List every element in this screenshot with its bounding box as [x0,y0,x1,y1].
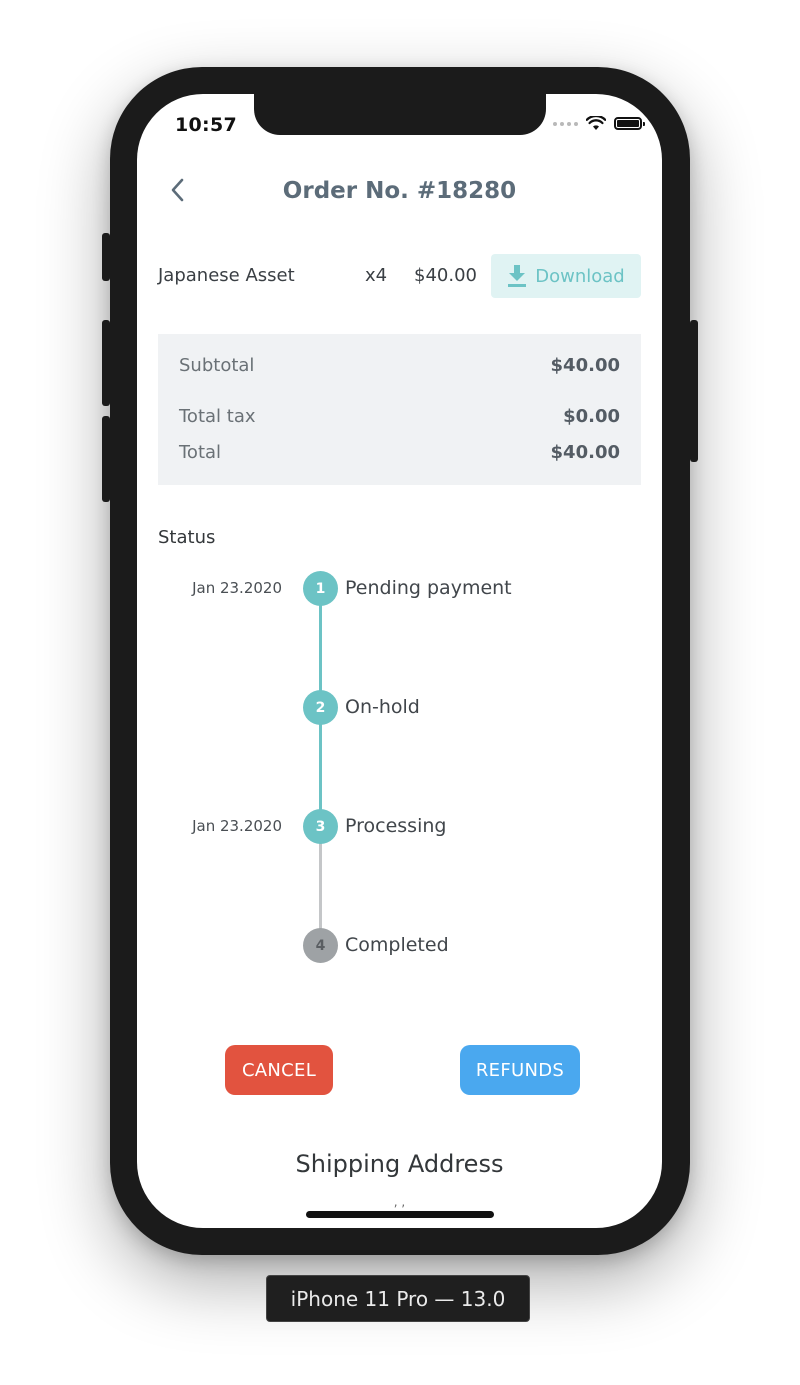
subtotal-row: Subtotal $40.00 [179,355,620,376]
item-name: Japanese Asset [158,265,295,286]
shipping-title: Shipping Address [295,1150,504,1178]
order-item-row: Japanese Asset x4 $40.00 Download [158,254,641,298]
signal-icon [553,121,578,126]
timeline-connector [319,604,322,719]
subtotal-value: $40.00 [550,355,620,376]
step-marker: 2 [303,690,338,725]
step-label: On-hold [345,696,420,718]
device-label: iPhone 11 Pro — 13.0 [266,1275,530,1322]
step-marker: 1 [303,571,338,606]
subtotal-label: Subtotal [179,355,255,376]
home-indicator[interactable] [306,1211,494,1218]
step-label: Completed [345,934,449,956]
tax-label: Total tax [179,406,256,427]
step-date: Jan 23.2020 [192,817,282,835]
battery-icon [614,117,645,130]
step-marker: 3 [303,809,338,844]
step-date: Jan 23.2020 [192,579,282,597]
wifi-icon [586,116,606,131]
notch [254,94,546,135]
volume-down-button [102,416,110,502]
step-marker: 4 [303,928,338,963]
total-label: Total [179,442,222,463]
silent-switch [102,233,110,281]
volume-up-button [102,320,110,406]
shipping-address: , , [393,1195,406,1209]
step-label: Pending payment [345,577,512,599]
power-button [690,320,698,462]
app-screen: 10:57 Order No. #18280 Japanese Asset x4… [137,94,662,1228]
total-value: $40.00 [550,442,620,463]
timeline-connector [319,842,322,957]
refunds-button[interactable]: REFUNDS [460,1045,580,1095]
step-label: Processing [345,815,447,837]
tax-row: Total tax $0.00 [179,406,620,427]
tax-value: $0.00 [563,406,620,427]
phone-frame: 10:57 Order No. #18280 Japanese Asset x4… [102,67,698,1255]
download-label: Download [535,265,625,287]
timeline-connector [319,723,322,838]
cancel-button[interactable]: CANCEL [225,1045,333,1095]
total-row: Total $40.00 [179,442,620,463]
download-icon [508,265,527,287]
download-button[interactable]: Download [491,254,641,298]
order-summary: Subtotal $40.00 Total tax $0.00 Total $4… [158,334,641,485]
status-time: 10:57 [175,114,237,136]
status-heading: Status [158,527,216,548]
item-quantity: x4 [365,265,388,286]
item-price: $40.00 [414,265,477,286]
status-icons [553,116,645,131]
page-title: Order No. #18280 [282,178,517,204]
